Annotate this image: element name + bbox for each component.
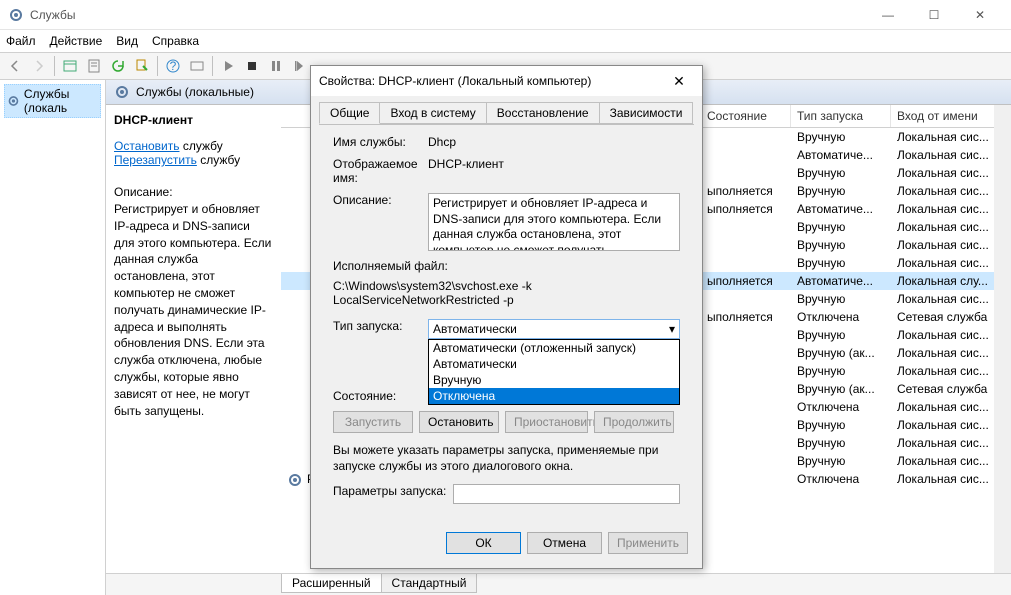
- detail-desc: Регистрирует и обновляет IP-адреса и DNS…: [114, 201, 273, 419]
- menu-bar: Файл Действие Вид Справка: [0, 30, 1011, 52]
- desc-textarea[interactable]: Регистрирует и обновляет IP-адреса и DNS…: [428, 193, 680, 251]
- tree-item-services[interactable]: Службы (локаль: [4, 84, 101, 118]
- apply-button[interactable]: Применить: [608, 532, 688, 554]
- bottom-tabs: Расширенный Стандартный: [106, 573, 1011, 595]
- view-button[interactable]: [59, 55, 81, 77]
- service-name: Dhcp: [428, 135, 680, 149]
- stop-button-dlg[interactable]: Остановить: [419, 411, 499, 433]
- tab-general[interactable]: Общие: [319, 102, 380, 124]
- detail-desc-label: Описание:: [114, 185, 273, 199]
- gear-icon: [114, 84, 130, 100]
- back-button[interactable]: [4, 55, 26, 77]
- minimize-button[interactable]: —: [865, 0, 911, 30]
- content-header-label: Службы (локальные): [136, 85, 254, 99]
- display-name: DHCP-клиент: [428, 157, 680, 185]
- tab-recovery[interactable]: Восстановление: [486, 102, 600, 124]
- desc-label: Описание:: [333, 193, 428, 251]
- startup-value: Автоматически: [433, 322, 517, 336]
- scrollbar[interactable]: [994, 105, 1011, 573]
- restart-link[interactable]: Перезапустить: [114, 153, 197, 167]
- display-name-label: Отображаемое имя:: [333, 157, 428, 185]
- tree-pane: Службы (локаль: [0, 80, 106, 595]
- refresh-button[interactable]: [107, 55, 129, 77]
- stop-link[interactable]: Остановить: [114, 139, 180, 153]
- gear-icon: [7, 93, 20, 109]
- services-icon: [8, 7, 24, 23]
- combo-item[interactable]: Автоматически: [429, 356, 679, 372]
- exe-path: C:\Windows\system32\svchost.exe -k Local…: [333, 279, 680, 307]
- dialog-close-button[interactable]: ✕: [664, 73, 694, 90]
- menu-file[interactable]: Файл: [6, 34, 36, 48]
- window-titlebar: Службы — ☐ ✕: [0, 0, 1011, 30]
- col-logon[interactable]: Вход от имени: [891, 105, 1011, 127]
- startup-dropdown: Автоматически (отложенный запуск) Автома…: [428, 339, 680, 405]
- params-label: Параметры запуска:: [333, 484, 453, 504]
- tab-deps[interactable]: Зависимости: [599, 102, 694, 124]
- cancel-button[interactable]: Отмена: [527, 532, 602, 554]
- help-button[interactable]: ?: [162, 55, 184, 77]
- combo-item[interactable]: Автоматически (отложенный запуск): [429, 340, 679, 356]
- startup-label: Тип запуска:: [333, 319, 428, 339]
- start-button[interactable]: Запустить: [333, 411, 413, 433]
- detail-pane: DHCP-клиент Остановить службу Перезапуст…: [106, 105, 281, 573]
- export-button[interactable]: [131, 55, 153, 77]
- maximize-button[interactable]: ☐: [911, 0, 957, 30]
- state-label: Состояние:: [333, 389, 428, 403]
- menu-help[interactable]: Справка: [152, 34, 199, 48]
- manage-button[interactable]: [186, 55, 208, 77]
- pause-button-dlg[interactable]: Приостановить: [505, 411, 588, 433]
- window-title: Службы: [30, 8, 865, 22]
- svg-text:?: ?: [170, 59, 177, 73]
- combo-item[interactable]: Вручную: [429, 372, 679, 388]
- combo-item[interactable]: Отключена: [429, 388, 679, 404]
- col-state[interactable]: Состояние: [701, 105, 791, 127]
- pause-button[interactable]: [265, 55, 287, 77]
- startup-combo[interactable]: Автоматически ▾ Автоматически (отложенны…: [428, 319, 680, 339]
- tree-item-label: Службы (локаль: [24, 87, 98, 115]
- properties-button[interactable]: [83, 55, 105, 77]
- chevron-down-icon: ▾: [669, 322, 675, 336]
- forward-button[interactable]: [28, 55, 50, 77]
- restart-button[interactable]: [289, 55, 311, 77]
- stop-button[interactable]: [241, 55, 263, 77]
- play-button[interactable]: [217, 55, 239, 77]
- menu-view[interactable]: Вид: [116, 34, 138, 48]
- params-input[interactable]: [453, 484, 680, 504]
- col-startup[interactable]: Тип запуска: [791, 105, 891, 127]
- resume-button[interactable]: Продолжить: [594, 411, 674, 433]
- tab-extended[interactable]: Расширенный: [281, 574, 382, 593]
- detail-title: DHCP-клиент: [114, 113, 273, 127]
- tab-standard[interactable]: Стандартный: [381, 574, 478, 593]
- exe-label: Исполняемый файл:: [333, 259, 680, 273]
- dialog-title: Свойства: DHCP-клиент (Локальный компьют…: [319, 74, 664, 88]
- params-hint: Вы можете указать параметры запуска, при…: [333, 443, 680, 474]
- properties-dialog: Свойства: DHCP-клиент (Локальный компьют…: [310, 65, 703, 569]
- ok-button[interactable]: ОК: [446, 532, 521, 554]
- tab-logon[interactable]: Вход в систему: [379, 102, 486, 124]
- close-button[interactable]: ✕: [957, 0, 1003, 30]
- service-name-label: Имя службы:: [333, 135, 428, 149]
- menu-action[interactable]: Действие: [50, 34, 103, 48]
